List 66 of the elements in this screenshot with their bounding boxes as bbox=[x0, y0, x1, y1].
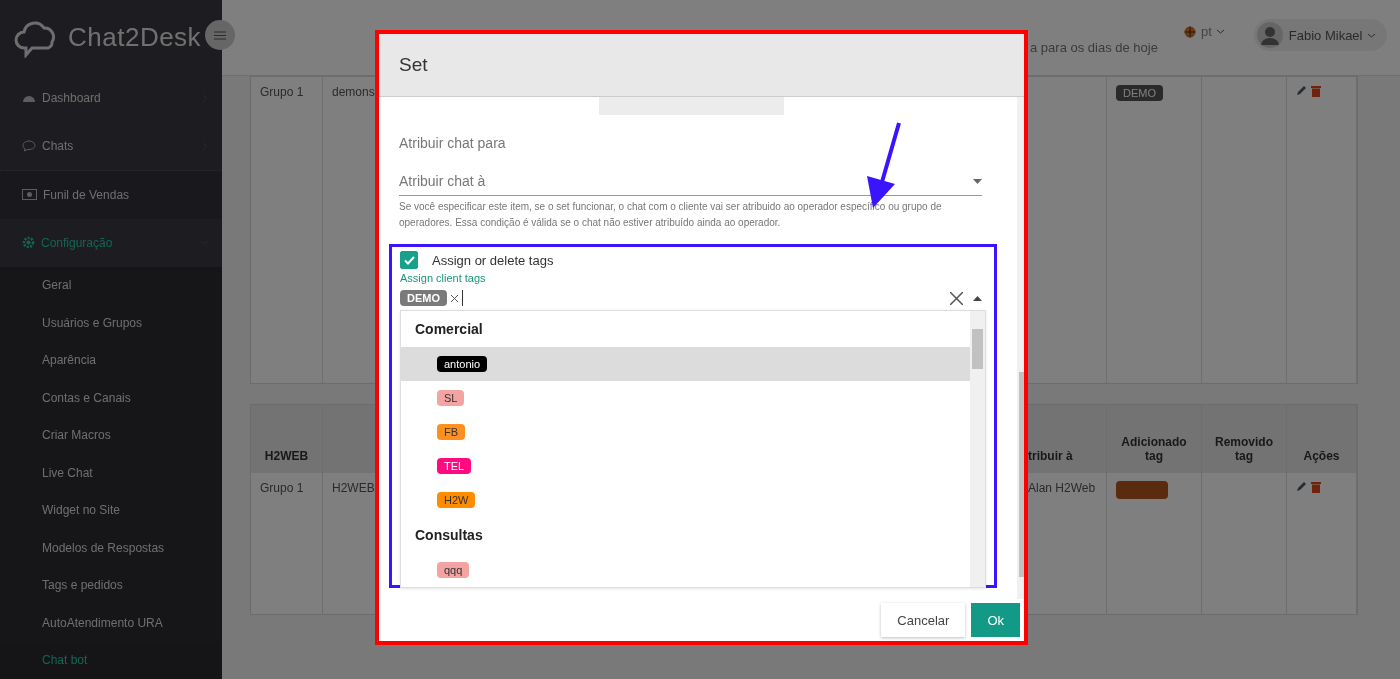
scrollbar[interactable] bbox=[1017, 97, 1024, 599]
check-icon bbox=[403, 255, 415, 265]
sidebar-subitem[interactable]: Criar Macros bbox=[0, 416, 222, 454]
column-header: Removido tag bbox=[1202, 405, 1287, 473]
logo-text: Chat2Desk bbox=[68, 21, 202, 53]
trash-icon[interactable] bbox=[1311, 481, 1321, 493]
speech-bubble-icon bbox=[22, 140, 36, 153]
language-selector[interactable]: pt bbox=[1183, 24, 1224, 75]
dropdown-option[interactable]: antonio bbox=[401, 347, 970, 381]
cancel-button[interactable]: Cancelar bbox=[881, 603, 966, 637]
checkbox[interactable] bbox=[400, 251, 418, 269]
user-menu[interactable]: Fabio Mikael bbox=[1253, 19, 1388, 51]
table-cell: Grupo 1 bbox=[251, 77, 323, 383]
ok-button[interactable]: Ok bbox=[971, 603, 1020, 637]
sidebar-subitem[interactable]: Contas e Canais bbox=[0, 379, 222, 417]
group-heading: Comercial bbox=[414, 320, 484, 339]
sidebar-subitem[interactable]: Live Chat bbox=[0, 454, 222, 492]
table-cell: Grupo 1 bbox=[251, 473, 323, 614]
tag-chip: TEL bbox=[437, 458, 472, 474]
tag-chip: DEMO bbox=[400, 290, 447, 306]
checkbox-label: Assign or delete tags bbox=[432, 252, 554, 268]
sidebar-subitem[interactable]: Geral bbox=[0, 266, 222, 304]
column-header: Ações bbox=[1287, 405, 1357, 473]
banknote-icon bbox=[22, 189, 37, 201]
clear-icon[interactable] bbox=[950, 291, 963, 305]
column-header: H2WEB bbox=[251, 405, 323, 473]
sidebar-subitem[interactable]: AutoAtendimento URA bbox=[0, 604, 222, 642]
remove-icon[interactable] bbox=[451, 294, 458, 302]
dialog-title: Set bbox=[379, 34, 1024, 97]
caret-icon bbox=[973, 178, 982, 184]
sidebar-subitem[interactable]: Widget no Site bbox=[0, 491, 222, 529]
menu-icon bbox=[214, 30, 226, 40]
tag-input[interactable]: DEMO bbox=[400, 290, 986, 306]
chevron-icon bbox=[1368, 31, 1376, 39]
sidebar-subitem[interactable]: Usuários e Grupos bbox=[0, 304, 222, 342]
sidebar-subitem[interactable]: Aparência bbox=[0, 341, 222, 379]
sidebar-item[interactable]: Dashboard bbox=[0, 74, 222, 123]
pencil-icon[interactable] bbox=[1296, 85, 1307, 96]
trash-icon[interactable] bbox=[1311, 85, 1321, 97]
assign-tags-link[interactable]: Assign client tags bbox=[400, 272, 986, 284]
tag-chip: SL bbox=[437, 390, 465, 406]
sidebar-item[interactable]: Funil de Vendas bbox=[0, 171, 222, 219]
caret-up-icon[interactable] bbox=[973, 295, 982, 301]
sidebar-subitem[interactable]: Tags e pedidos bbox=[0, 566, 222, 604]
table-cell: demons bbox=[332, 85, 375, 99]
column-header: Adicionado tag bbox=[1107, 405, 1202, 473]
tag-chip bbox=[1116, 481, 1168, 499]
tag-chip: qqq bbox=[437, 562, 470, 578]
dropdown-option[interactable]: qqq bbox=[401, 553, 970, 587]
menu-button[interactable] bbox=[205, 20, 235, 50]
chevron-icon bbox=[1216, 28, 1224, 35]
group-heading: Consultas bbox=[414, 526, 484, 545]
table-cell: H2WEB bbox=[332, 481, 375, 495]
scrollbar[interactable] bbox=[970, 311, 985, 587]
header-subtitle: a para os dias de hoje bbox=[1030, 40, 1158, 57]
tag-chip: H2W bbox=[437, 492, 476, 508]
field-label: Atribuir chat para bbox=[399, 135, 507, 151]
tag-chip: FB bbox=[437, 424, 466, 440]
gear-icon bbox=[22, 236, 35, 250]
tag-chip: DEMO bbox=[1116, 85, 1163, 101]
tag-chip: antonio bbox=[437, 356, 488, 372]
help-text: Se você especificar este item, se o set funcionar, o chat com o cliente vai ser atribuido ao operador específico ou grupo de operadores. Essa condição é válida se o chat não estiver atribuído ainda ao operador. bbox=[399, 200, 943, 230]
sidebar-subitem[interactable]: Modelos de Respostas bbox=[0, 529, 222, 567]
avatar-icon bbox=[1256, 22, 1283, 48]
pencil-icon[interactable] bbox=[1296, 481, 1307, 492]
globe-icon bbox=[1183, 25, 1196, 38]
